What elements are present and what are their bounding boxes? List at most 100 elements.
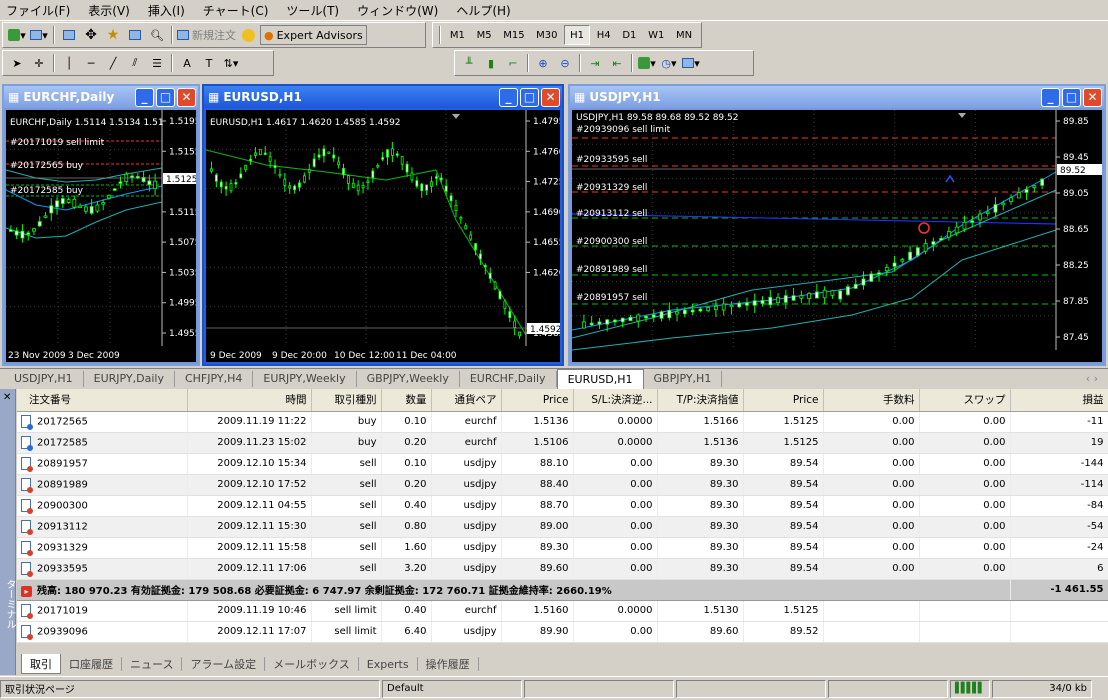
chart-canvas[interactable]: 1.5195 1.5155 1.5115 1.5075 1.5035 1.4995 1.49… [6,110,196,362]
table-row[interactable]: 20939096 2009.12.11 17:07 sell limit 6.40 us… [17,621,1108,643]
close-button[interactable]: ✕ [1083,87,1102,107]
timeframe-h1[interactable]: H1 [564,25,590,45]
chart-tab-eurjpy-daily[interactable]: EURJPY,Daily [84,370,175,387]
menu-view[interactable]: 表示(V) [88,2,130,19]
channel-button[interactable]: ⫽ [125,53,145,73]
table-row[interactable]: 20891957 2009.12.10 15:34 sell 0.10 usdjpy 88… [17,453,1108,475]
chart-window-usdjpy[interactable]: ▦ USDJPY,H1 _ □ ✕ 89.85 89.45 89.05 88.65 88.2… [568,84,1106,366]
horizontal-line-button[interactable]: ─ [81,53,101,73]
strategy-tester-button[interactable]: 🔍︎ [147,25,167,45]
cursor-button[interactable]: ➤ [7,53,27,73]
column-header[interactable]: 取引種別 [311,389,382,412]
minimize-button[interactable]: _ [1041,87,1060,107]
column-header[interactable]: 損益 [1010,389,1108,412]
close-button[interactable]: ✕ [541,87,560,107]
timeframe-m5[interactable]: M5 [472,25,497,45]
chart-window-eurchf[interactable]: ▦ EURCHF,Daily _ □ ✕ 1.5195 1.5155 1.5115 1.5… [2,84,200,366]
timeframe-m30[interactable]: M30 [531,25,562,45]
tab-experts[interactable]: Experts [359,657,418,671]
terminal-button[interactable] [125,25,145,45]
indicators-button[interactable]: ▾ [637,53,657,73]
column-header[interactable]: 注文番号 [17,389,188,412]
column-header[interactable]: 手数料 [823,389,920,412]
chart-shift-button[interactable]: ⇤ [607,53,627,73]
menu-tools[interactable]: ツール(T) [286,2,339,19]
expert-advisors-button[interactable]: ● Expert Advisors [260,25,367,45]
timeframe-mn[interactable]: MN [671,25,697,45]
table-row[interactable]: 20931329 2009.12.11 15:58 sell 1.60 usdjpy 89… [17,537,1108,559]
minimize-button[interactable]: _ [135,87,154,107]
line-chart-button[interactable]: ⌐ [503,53,523,73]
timeframe-w1[interactable]: W1 [643,25,669,45]
close-icon[interactable]: ✕ [3,392,11,403]
column-header[interactable]: S/L:決済逆... [573,389,658,412]
text-label-button[interactable]: T [199,53,219,73]
chart-canvas[interactable]: 89.85 89.45 89.05 88.65 88.25 87.85 87.45 89.52… [572,110,1102,362]
trendline-button[interactable]: ╱ [103,53,123,73]
new-order-button[interactable]: 新規注文 [177,25,236,45]
table-row[interactable]: 20933595 2009.12.11 17:06 sell 3.20 usdjpy 89… [17,558,1108,580]
menu-charts[interactable]: チャート(C) [203,2,269,19]
tab-news[interactable]: ニュース [122,657,183,671]
timeframe-m1[interactable]: M1 [445,25,470,45]
bar-chart-button[interactable]: ╨ [459,53,479,73]
metaeditor-button[interactable] [238,25,258,45]
table-row[interactable]: 20172565 2009.11.19 11:22 buy 0.10 eurchf 1.5… [17,411,1108,433]
table-row[interactable]: 20171019 2009.11.19 10:46 sell limit 0.40 eu… [17,600,1108,622]
templates-button[interactable]: ▾ [681,53,701,73]
timeframe-h4[interactable]: H4 [592,25,616,45]
chart-tab-eurjpy-weekly[interactable]: EURJPY,Weekly [253,370,357,387]
chart-tab-chfjpy-h4[interactable]: CHFJPY,H4 [175,370,254,387]
scroll-arrows-icon[interactable]: ‹ › [1086,372,1098,385]
table-row[interactable]: 20900300 2009.12.11 04:55 sell 0.40 usdjpy 88… [17,495,1108,517]
menu-insert[interactable]: 挿入(I) [148,2,185,19]
window-title-bar[interactable]: ▦ EURCHF,Daily _ □ ✕ [4,86,198,108]
window-title-bar[interactable]: ▦ USDJPY,H1 _ □ ✕ [570,86,1104,108]
tab-trade[interactable]: 取引 [21,654,61,674]
maximize-button[interactable]: □ [156,87,175,107]
crosshair-button[interactable]: ✛ [29,53,49,73]
text-button[interactable]: A [177,53,197,73]
market-watch-button[interactable] [59,25,79,45]
timeframe-m15[interactable]: M15 [498,25,529,45]
table-row[interactable]: 20172585 2009.11.23 15:02 buy 0.20 eurchf 1.5… [17,432,1108,454]
new-chart-button[interactable]: ▾ [7,25,27,45]
menu-file[interactable]: ファイル(F) [6,2,70,19]
navigator-button[interactable]: ★ [103,25,123,45]
chart-tab-gbpjpy-weekly[interactable]: GBPJPY,Weekly [357,370,460,387]
column-header[interactable]: 数量 [381,389,432,412]
chart-tab-eurchf-daily[interactable]: EURCHF,Daily [460,370,557,387]
chart-window-eurusd[interactable]: ▦ EURUSD,H1 _ □ ✕ 1.4795 1.4760 1.4725 1.4690… [202,84,564,366]
column-header[interactable]: Price [743,389,824,412]
vertical-line-button[interactable]: │ [59,53,79,73]
tab-alerts[interactable]: アラーム設定 [182,657,266,671]
window-title-bar[interactable]: ▦ EURUSD,H1 _ □ ✕ [204,86,562,108]
chart-tab-eurusd-h1[interactable]: EURUSD,H1 [556,368,644,389]
maximize-button[interactable]: □ [520,87,539,107]
column-header[interactable]: 時間 [187,389,312,412]
timeframe-d1[interactable]: D1 [618,25,642,45]
chart-tab-gbpjpy-h1[interactable]: GBPJPY,H1 [644,370,723,387]
column-header[interactable]: Price [501,389,574,412]
tab-journal[interactable]: 操作履歴 [418,657,479,671]
column-header[interactable]: 通貨ペア [431,389,502,412]
table-row[interactable]: 20913112 2009.12.11 15:30 sell 0.80 usdjpy 89… [17,516,1108,538]
zoom-in-button[interactable]: ⊕ [533,53,553,73]
profiles-button[interactable]: ▾ [29,25,49,45]
menu-window[interactable]: ウィンドウ(W) [357,2,438,19]
maximize-button[interactable]: □ [1062,87,1081,107]
fibonacci-button[interactable]: ☰ [147,53,167,73]
minimize-button[interactable]: _ [499,87,518,107]
chart-tab-usdjpy-h1[interactable]: USDJPY,H1 [4,370,84,387]
tab-account-history[interactable]: 口座履歴 [61,657,122,671]
column-header[interactable]: スワップ [919,389,1011,412]
tab-mailbox[interactable]: メールボックス [265,657,359,671]
zoom-out-button[interactable]: ⊖ [555,53,575,73]
candlesticks-button[interactable]: ▮ [481,53,501,73]
close-button[interactable]: ✕ [177,87,196,107]
auto-scroll-button[interactable]: ⇥ [585,53,605,73]
arrows-button[interactable]: ⇅▾ [221,53,241,73]
data-window-button[interactable]: ✥ [81,25,101,45]
menu-help[interactable]: ヘルプ(H) [456,2,510,19]
periods-button[interactable]: ◷ ▾ [659,53,679,73]
